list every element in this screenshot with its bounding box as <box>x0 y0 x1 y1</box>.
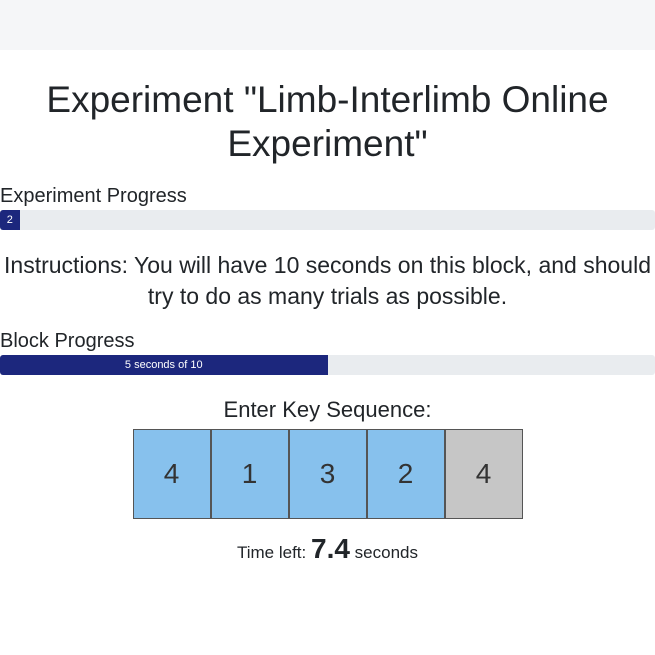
block-progress-fill: 5 seconds of 10 <box>0 355 328 375</box>
top-header-strip <box>0 0 655 50</box>
time-left-text: Time left: 7.4 seconds <box>0 533 655 565</box>
title-line-2: Experiment" <box>227 123 427 164</box>
key-box-5[interactable]: 4 <box>445 429 523 519</box>
key-box-4[interactable]: 2 <box>367 429 445 519</box>
key-sequence-row: 41324 <box>0 429 655 519</box>
instructions-line-1: Instructions: You will have 10 seconds o… <box>4 252 651 278</box>
page-title: Experiment "Limb-Interlimb Online Experi… <box>0 78 655 167</box>
main-content: Experiment "Limb-Interlimb Online Experi… <box>0 50 655 565</box>
experiment-progress-bar: 2 <box>0 210 655 230</box>
time-left-prefix: Time left: <box>237 543 306 562</box>
enter-sequence-label: Enter Key Sequence: <box>0 397 655 423</box>
instructions-text: Instructions: You will have 10 seconds o… <box>0 250 655 312</box>
time-left-value: 7.4 <box>311 533 350 564</box>
key-box-1[interactable]: 4 <box>133 429 211 519</box>
key-box-2[interactable]: 1 <box>211 429 289 519</box>
experiment-progress-fill: 2 <box>0 210 20 230</box>
block-progress-bar: 5 seconds of 10 <box>0 355 655 375</box>
title-line-1: Experiment "Limb-Interlimb Online <box>46 79 608 120</box>
time-left-suffix: seconds <box>355 543 418 562</box>
instructions-line-2: try to do as many trials as possible. <box>148 283 507 309</box>
block-progress-label: Block Progress <box>0 330 655 353</box>
experiment-progress-label: Experiment Progress <box>0 185 655 208</box>
key-box-3[interactable]: 3 <box>289 429 367 519</box>
